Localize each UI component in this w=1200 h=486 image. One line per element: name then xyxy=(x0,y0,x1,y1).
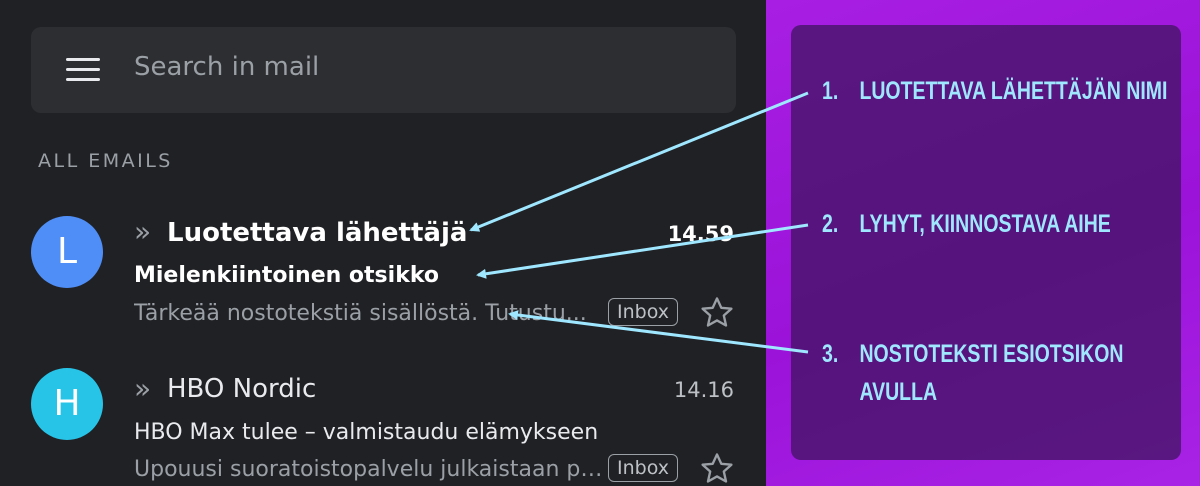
annotation-arrows xyxy=(469,91,809,354)
arrow-3 xyxy=(508,310,809,354)
arrow-2 xyxy=(476,223,809,279)
arrow-1 xyxy=(469,91,809,232)
